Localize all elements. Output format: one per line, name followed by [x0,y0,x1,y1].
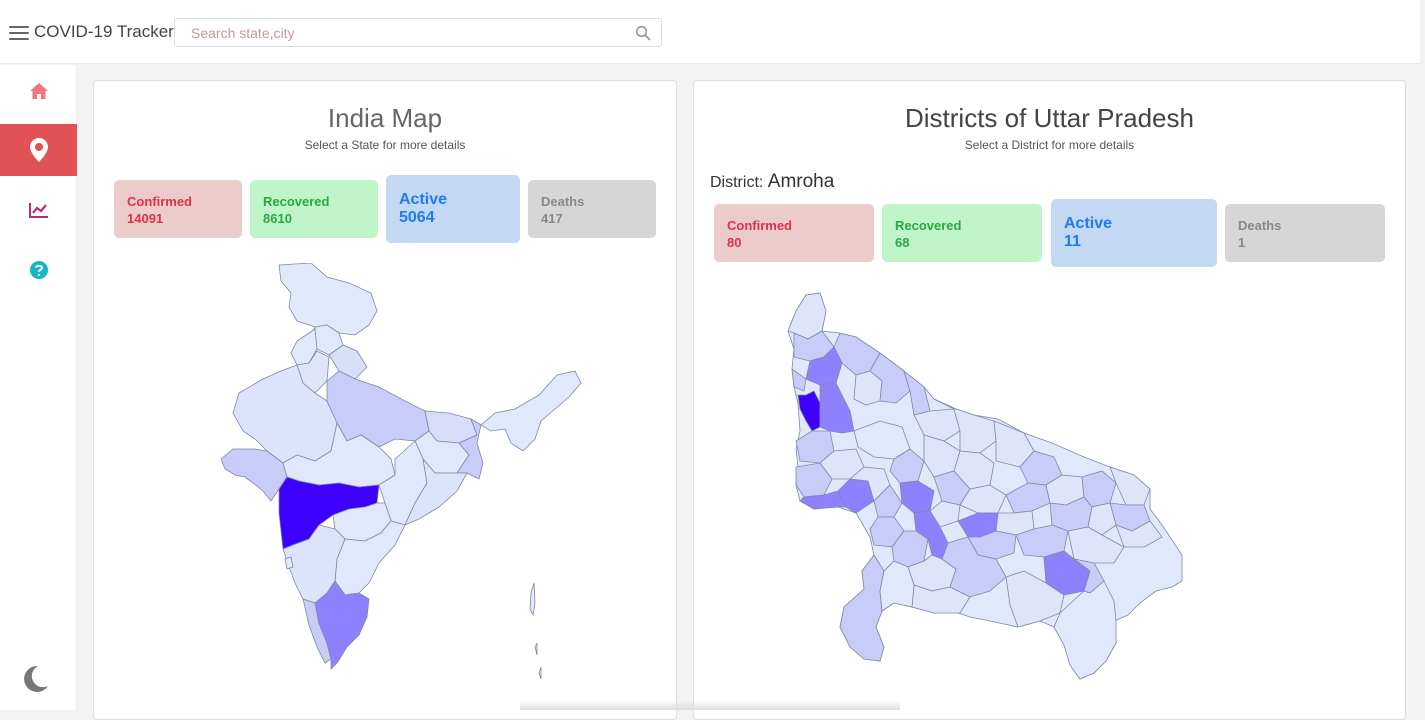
confirmed-label: Confirmed [127,194,192,209]
bottom-shadow [520,700,900,710]
deaths-value: 1 [1238,235,1246,250]
search-icon[interactable] [635,25,651,41]
recovered-value: 68 [895,235,910,250]
india-map-title: India Map [327,103,443,133]
help-icon [29,261,48,279]
confirmed-value: 14091 [127,211,164,226]
active-label: Active [1064,215,1113,232]
india-active-stat[interactable]: Active 5064 [386,175,520,243]
sidebar-item-home[interactable] [0,65,77,117]
sidebar-item-help[interactable] [0,244,77,296]
state-andaman-nicobar[interactable] [529,582,542,680]
state-map-title: Districts of Uttar Pradesh [905,103,1194,133]
india-confirmed-stat[interactable]: Confirmed 14091 [114,180,242,238]
page-scrollbar[interactable] [1420,0,1425,710]
app-title: COVID-19 Tracker [34,22,174,41]
recovered-label: Recovered [895,218,962,233]
hamburger-menu-icon[interactable] [9,26,29,40]
state-northeast[interactable] [480,370,582,452]
deaths-label: Deaths [541,194,585,209]
map-marker-icon [29,138,48,162]
moon-icon[interactable] [20,664,50,694]
state-jammu-kashmir[interactable] [278,263,378,336]
india-map [220,263,582,680]
uttar-pradesh-district-map [787,292,1183,680]
district-name: Amroha [767,171,835,192]
india-recovered-stat[interactable]: Recovered 8610 [250,180,378,238]
district-recovered-stat[interactable]: Recovered 68 [882,204,1042,262]
district-prefix: District: [710,174,764,191]
confirmed-label: Confirmed [727,218,792,233]
india-deaths-stat[interactable]: Deaths 417 [528,180,656,238]
home-icon [29,83,48,99]
state-map-subtitle: Select a District for more details [964,138,1135,152]
sidebar-item-map[interactable] [0,124,77,176]
deaths-label: Deaths [1238,218,1282,233]
district-active-stat[interactable]: Active 11 [1051,199,1217,267]
sidebar-item-trends[interactable] [0,184,77,236]
district-jhansi[interactable] [839,554,885,662]
active-value: 5064 [399,209,435,226]
india-map-subtitle: Select a State for more details [304,138,466,152]
sidebar [0,65,77,710]
recovered-value: 8610 [263,211,292,226]
active-label: Active [399,191,448,208]
deaths-value: 417 [541,211,563,226]
search-box [174,18,662,47]
recovered-label: Recovered [263,194,330,209]
confirmed-value: 80 [727,235,742,250]
chart-line-icon [28,203,48,218]
india-map-card: India Map Select a State for more detail… [93,80,677,720]
state-map-card: Districts of Uttar Pradesh Select a Dist… [693,80,1406,720]
selected-district: District: Amroha [710,171,834,193]
active-value: 11 [1064,233,1081,250]
top-bar: COVID-19 Tracker [0,0,1425,64]
district-confirmed-stat[interactable]: Confirmed 80 [714,204,874,262]
district-deaths-stat[interactable]: Deaths 1 [1225,204,1385,262]
search-input[interactable] [175,19,625,46]
